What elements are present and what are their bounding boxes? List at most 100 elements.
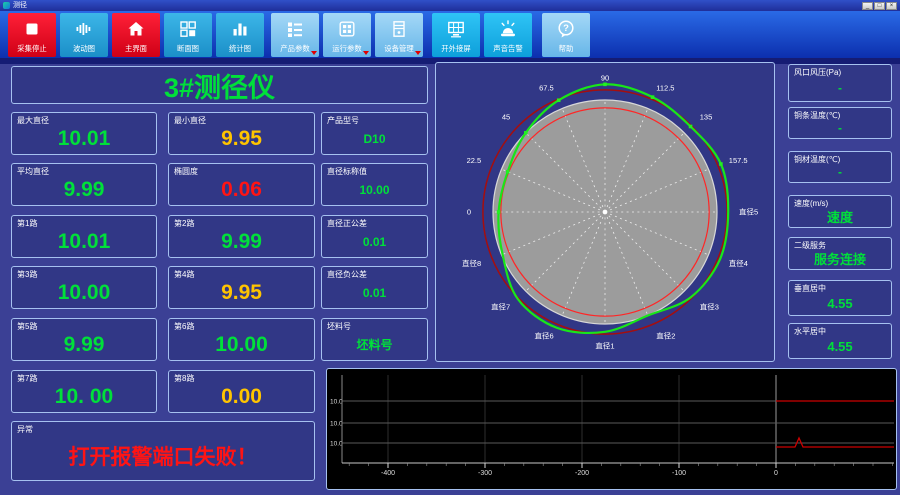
wave-chart-button[interactable]: 波动图 bbox=[60, 13, 108, 57]
svg-text:-200: -200 bbox=[575, 470, 589, 477]
question-mark-icon: ? bbox=[542, 17, 590, 41]
grid-icon bbox=[323, 17, 371, 41]
panel-max-diameter: 最大直径 10.01 bbox=[11, 112, 157, 155]
svg-text:-100: -100 bbox=[672, 470, 686, 477]
panel-value: - bbox=[838, 81, 842, 95]
application-window: 测径 _ □ × 采集停止 波动图 主界面 断面图 统计图 产品参数 运行参数 … bbox=[0, 0, 900, 495]
svg-text:135: 135 bbox=[700, 113, 713, 122]
stop-acquisition-button[interactable]: 采集停止 bbox=[8, 13, 56, 57]
statistics-chart-button[interactable]: 统计图 bbox=[216, 13, 264, 57]
panel-value: 0.00 bbox=[221, 384, 262, 408]
panel-value: - bbox=[838, 165, 842, 179]
panel-value: 10. 00 bbox=[54, 384, 114, 408]
alarm-message: 打开报警端口失败！ bbox=[68, 446, 258, 469]
panel-ovality: 椭圆度 0.06 bbox=[168, 163, 315, 206]
help-button[interactable]: ? 帮助 bbox=[542, 13, 590, 57]
panel-tolerance-minus: 直径负公差 0.01 bbox=[321, 266, 428, 309]
stop-icon bbox=[8, 17, 56, 41]
panel-air-pressure: 风口风压(Pa) - bbox=[788, 64, 892, 102]
svg-text:10.0: 10.0 bbox=[330, 421, 343, 428]
sound-alarm-button[interactable]: 声音告警 bbox=[484, 13, 532, 57]
panel-value: 10.01 bbox=[57, 126, 111, 150]
panel-value: - bbox=[838, 121, 842, 135]
svg-text:直径6: 直径6 bbox=[535, 330, 554, 340]
panel-gauge-title: 3#测径仪 bbox=[11, 66, 428, 104]
svg-text:直径3: 直径3 bbox=[700, 301, 719, 311]
panel-vertical-centering: 垂直居中 4.55 bbox=[788, 280, 892, 316]
panel-horizontal-centering: 水平居中 4.55 bbox=[788, 323, 892, 359]
svg-text:90: 90 bbox=[601, 74, 609, 83]
svg-text:10.0: 10.0 bbox=[330, 399, 343, 406]
panel-value: 10.00 bbox=[215, 332, 268, 356]
window-title: 测径 bbox=[13, 2, 27, 9]
panel-tolerance-plus: 直径正公差 0.01 bbox=[321, 215, 428, 258]
panel-path6: 第6路 10.00 bbox=[168, 318, 315, 361]
trend-chart-panel: 10.0 10.0 10.0 -400 -300 -200 -100 0 bbox=[326, 368, 897, 490]
panel-value: 4.55 bbox=[827, 338, 853, 354]
panel-path1: 第1路 10.01 bbox=[11, 215, 157, 258]
svg-text:45: 45 bbox=[502, 113, 510, 122]
panel-value: 坯料号 bbox=[356, 338, 393, 352]
run-params-button[interactable]: 运行参数 bbox=[323, 13, 371, 57]
panel-value: 服务连接 bbox=[813, 252, 866, 267]
svg-text:-300: -300 bbox=[478, 470, 492, 477]
monitor-icon bbox=[432, 17, 480, 41]
panel-speed: 速度(m/s) 速度 bbox=[788, 195, 892, 228]
panel-value: 10.00 bbox=[359, 182, 390, 197]
toolbar: 采集停止 波动图 主界面 断面图 统计图 产品参数 运行参数 设备管理 开外接屏… bbox=[0, 11, 900, 58]
panel-value: 0.06 bbox=[221, 177, 262, 201]
waveform-icon bbox=[60, 17, 108, 41]
svg-text:0: 0 bbox=[467, 208, 471, 217]
close-button[interactable]: × bbox=[886, 1, 897, 10]
dropdown-arrow-icon bbox=[311, 51, 317, 55]
panel-avg-diameter: 平均直径 9.99 bbox=[11, 163, 157, 206]
panel-value: 9.99 bbox=[63, 177, 105, 201]
panel-value: 4.55 bbox=[827, 295, 853, 311]
svg-text:直径2: 直径2 bbox=[656, 330, 675, 340]
panel-value: 0.01 bbox=[362, 234, 387, 249]
panel-value: 速度 bbox=[826, 210, 853, 225]
titlebar: 测径 _ □ × bbox=[0, 0, 900, 11]
panel-path8: 第8路 0.00 bbox=[168, 370, 315, 413]
svg-text:直径8: 直径8 bbox=[462, 258, 481, 268]
product-params-button[interactable]: 产品参数 bbox=[271, 13, 319, 57]
app-icon bbox=[3, 2, 10, 9]
svg-text:0: 0 bbox=[774, 470, 778, 477]
svg-text:67.5: 67.5 bbox=[539, 84, 554, 93]
panel-abnormal: 异常 打开报警端口失败！ bbox=[11, 421, 315, 481]
panel-material-temperature: 铜材温度(℃) - bbox=[788, 151, 892, 183]
panel-path7: 第7路 10. 00 bbox=[11, 370, 157, 413]
gauge-title: 3#测径仪 bbox=[163, 72, 276, 103]
main-screen-button[interactable]: 主界面 bbox=[112, 13, 160, 57]
panel-nominal-diameter: 直径标称值 10.00 bbox=[321, 163, 428, 206]
bar-chart-icon bbox=[216, 17, 264, 41]
panel-product-model: 产品型号 D10 bbox=[321, 112, 428, 155]
panel-value: 10.00 bbox=[57, 280, 111, 304]
device-cabinet-icon bbox=[375, 17, 423, 41]
panel-billet-number: 坯料号 坯料号 bbox=[321, 318, 428, 361]
polar-profile-chart: 0 22.5 45 67.5 90 112.5 135 157.5 直径5 直径4 直径3 直径2 直径… bbox=[462, 74, 758, 351]
svg-text:直径5: 直径5 bbox=[739, 207, 758, 217]
cross-section-button[interactable]: 断面图 bbox=[164, 13, 212, 57]
svg-text:10.0: 10.0 bbox=[330, 441, 343, 448]
panel-bar-temperature: 铜条温度(℃) - bbox=[788, 107, 892, 139]
svg-text:直径7: 直径7 bbox=[491, 301, 510, 311]
svg-text:-400: -400 bbox=[381, 470, 395, 477]
svg-text:22.5: 22.5 bbox=[467, 156, 482, 165]
panel-path5: 第5路 9.99 bbox=[11, 318, 157, 361]
section-view-icon bbox=[164, 17, 212, 41]
home-icon bbox=[112, 17, 160, 41]
minimize-button[interactable]: _ bbox=[862, 1, 873, 10]
panel-min-diameter: 最小直径 9.95 bbox=[168, 112, 315, 155]
maximize-button[interactable]: □ bbox=[874, 1, 885, 10]
siren-icon bbox=[484, 17, 532, 41]
device-management-button[interactable]: 设备管理 bbox=[375, 13, 423, 57]
svg-text:直径1: 直径1 bbox=[595, 341, 614, 351]
panel-value: D10 bbox=[363, 131, 386, 146]
svg-text:直径4: 直径4 bbox=[729, 258, 748, 268]
external-screen-button[interactable]: 开外接屏 bbox=[432, 13, 480, 57]
panel-path3: 第3路 10.00 bbox=[11, 266, 157, 309]
cross-section-chart-panel: 0 22.5 45 67.5 90 112.5 135 157.5 直径5 直径4 直径3 直径2 直径… bbox=[435, 62, 775, 362]
panel-value: 9.99 bbox=[221, 229, 262, 253]
svg-text:?: ? bbox=[563, 23, 569, 34]
